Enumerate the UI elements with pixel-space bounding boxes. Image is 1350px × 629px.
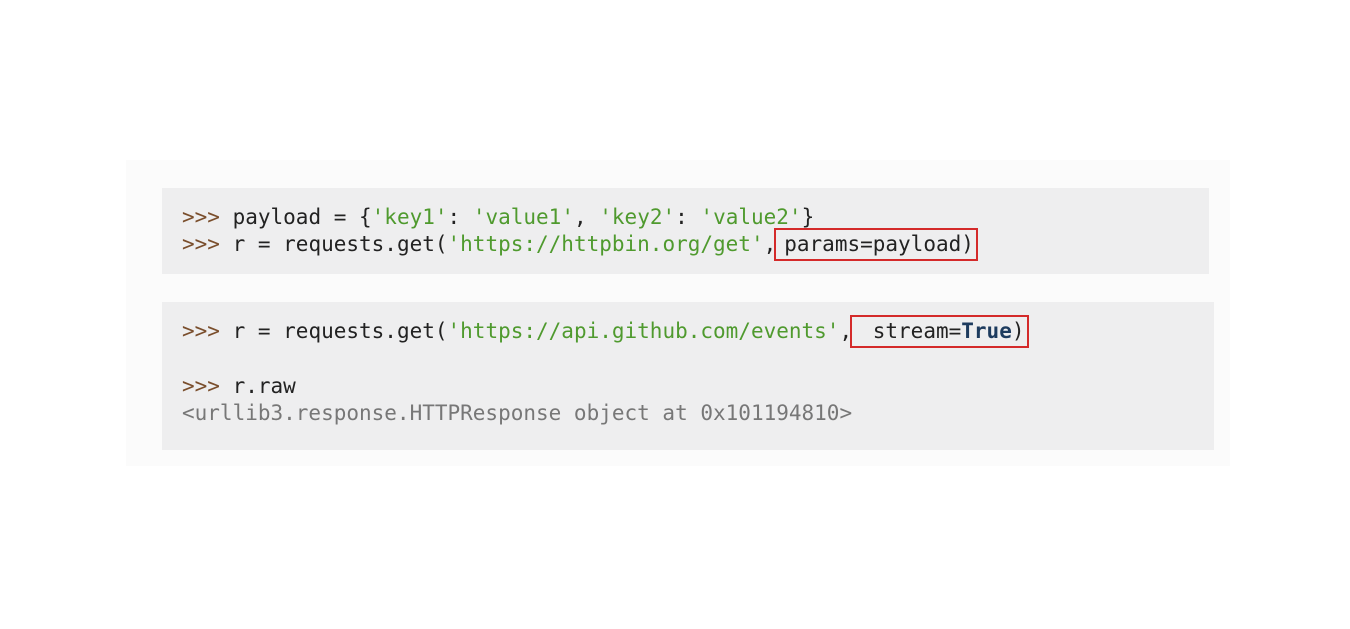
code-text: r = requests.get( (219, 319, 448, 343)
code-text: , (573, 205, 600, 229)
highlight-box-params: params=payload) (774, 228, 978, 261)
code-text: stream= (860, 319, 962, 343)
keyword-literal: True (961, 319, 1012, 343)
repl-prompt: >>> (182, 374, 220, 398)
code-text: r = requests.get( (219, 232, 448, 256)
code-line-get-params: >>> r = requests.get('https://httpbin.or… (182, 228, 1209, 261)
repl-prompt: >>> (182, 205, 220, 229)
highlight-box-stream: stream=True) (850, 315, 1029, 348)
code-text: ) (1011, 319, 1025, 343)
string-literal: 'value1' (472, 205, 574, 229)
repl-output: <urllib3.response.HTTPResponse object at… (182, 401, 853, 425)
code-block-query-params: >>> payload = {'key1': 'value1', 'key2':… (162, 188, 1209, 274)
string-literal: 'https://api.github.com/events' (447, 319, 840, 343)
code-text: , (839, 319, 853, 343)
code-line-payload: >>> payload = {'key1': 'value1', 'key2':… (182, 204, 1209, 231)
repl-prompt: >>> (182, 232, 220, 256)
code-text: : (447, 205, 473, 229)
code-text: : (675, 205, 701, 229)
code-text: payload = { (219, 205, 372, 229)
code-line-get-stream: >>> r = requests.get('https://api.github… (182, 315, 1214, 348)
string-literal: 'https://httpbin.org/get' (447, 232, 764, 256)
code-line-raw: >>> r.raw (182, 373, 1214, 400)
repl-prompt: >>> (182, 319, 220, 343)
code-text: r.raw (219, 374, 296, 398)
code-text: , (763, 232, 777, 256)
code-block-stream: >>> r = requests.get('https://api.github… (162, 302, 1214, 450)
string-literal: 'key2' (599, 205, 676, 229)
string-literal: 'key1' (371, 205, 448, 229)
string-literal: 'value2' (700, 205, 802, 229)
slide: >>> payload = {'key1': 'value1', 'key2':… (0, 0, 1350, 629)
code-text: } (801, 205, 815, 229)
